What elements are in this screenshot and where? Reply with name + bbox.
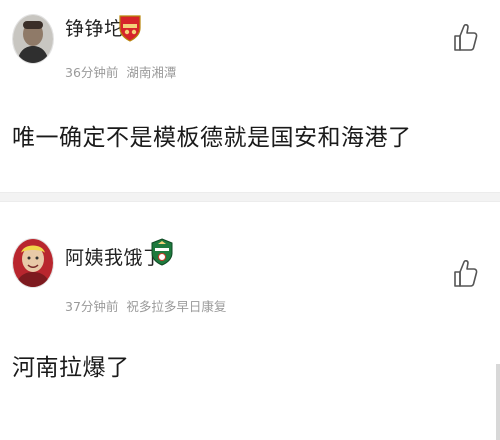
username[interactable]: 铮铮坨 <box>65 14 124 41</box>
comment-item: 铮铮坨 36分钟前 湖南湘潭 唯一确定不是模板德就是国安和海港了 <box>0 0 500 190</box>
comment-location: 湖南湘潭 <box>126 65 177 80</box>
thumbs-up-icon[interactable] <box>452 258 478 288</box>
user-avatar-icon <box>13 239 53 287</box>
thumbs-up-icon[interactable] <box>452 22 478 52</box>
avatar[interactable] <box>12 14 54 64</box>
comment-item: 阿姨我饿了 37分钟前 祝多拉多早日康复 河南拉爆了 <box>0 228 500 440</box>
arsenal-crest-icon <box>118 14 142 42</box>
comment-text: 河南拉爆了 <box>12 355 130 381</box>
comment-meta: 37分钟前 祝多拉多早日康复 <box>65 296 226 315</box>
scrollbar[interactable] <box>496 364 500 440</box>
comment-time: 37分钟前 <box>65 299 119 314</box>
comment-divider <box>0 192 500 202</box>
comment-location: 祝多拉多早日康复 <box>126 299 227 314</box>
comment-text: 唯一确定不是模板德就是国安和海港了 <box>12 125 412 151</box>
club-crest-icon <box>150 238 174 266</box>
user-avatar-icon <box>13 15 53 63</box>
username[interactable]: 阿姨我饿了 <box>65 243 163 270</box>
comment-time: 36分钟前 <box>65 65 119 80</box>
avatar[interactable] <box>12 238 54 288</box>
comment-meta: 36分钟前 湖南湘潭 <box>65 62 176 81</box>
